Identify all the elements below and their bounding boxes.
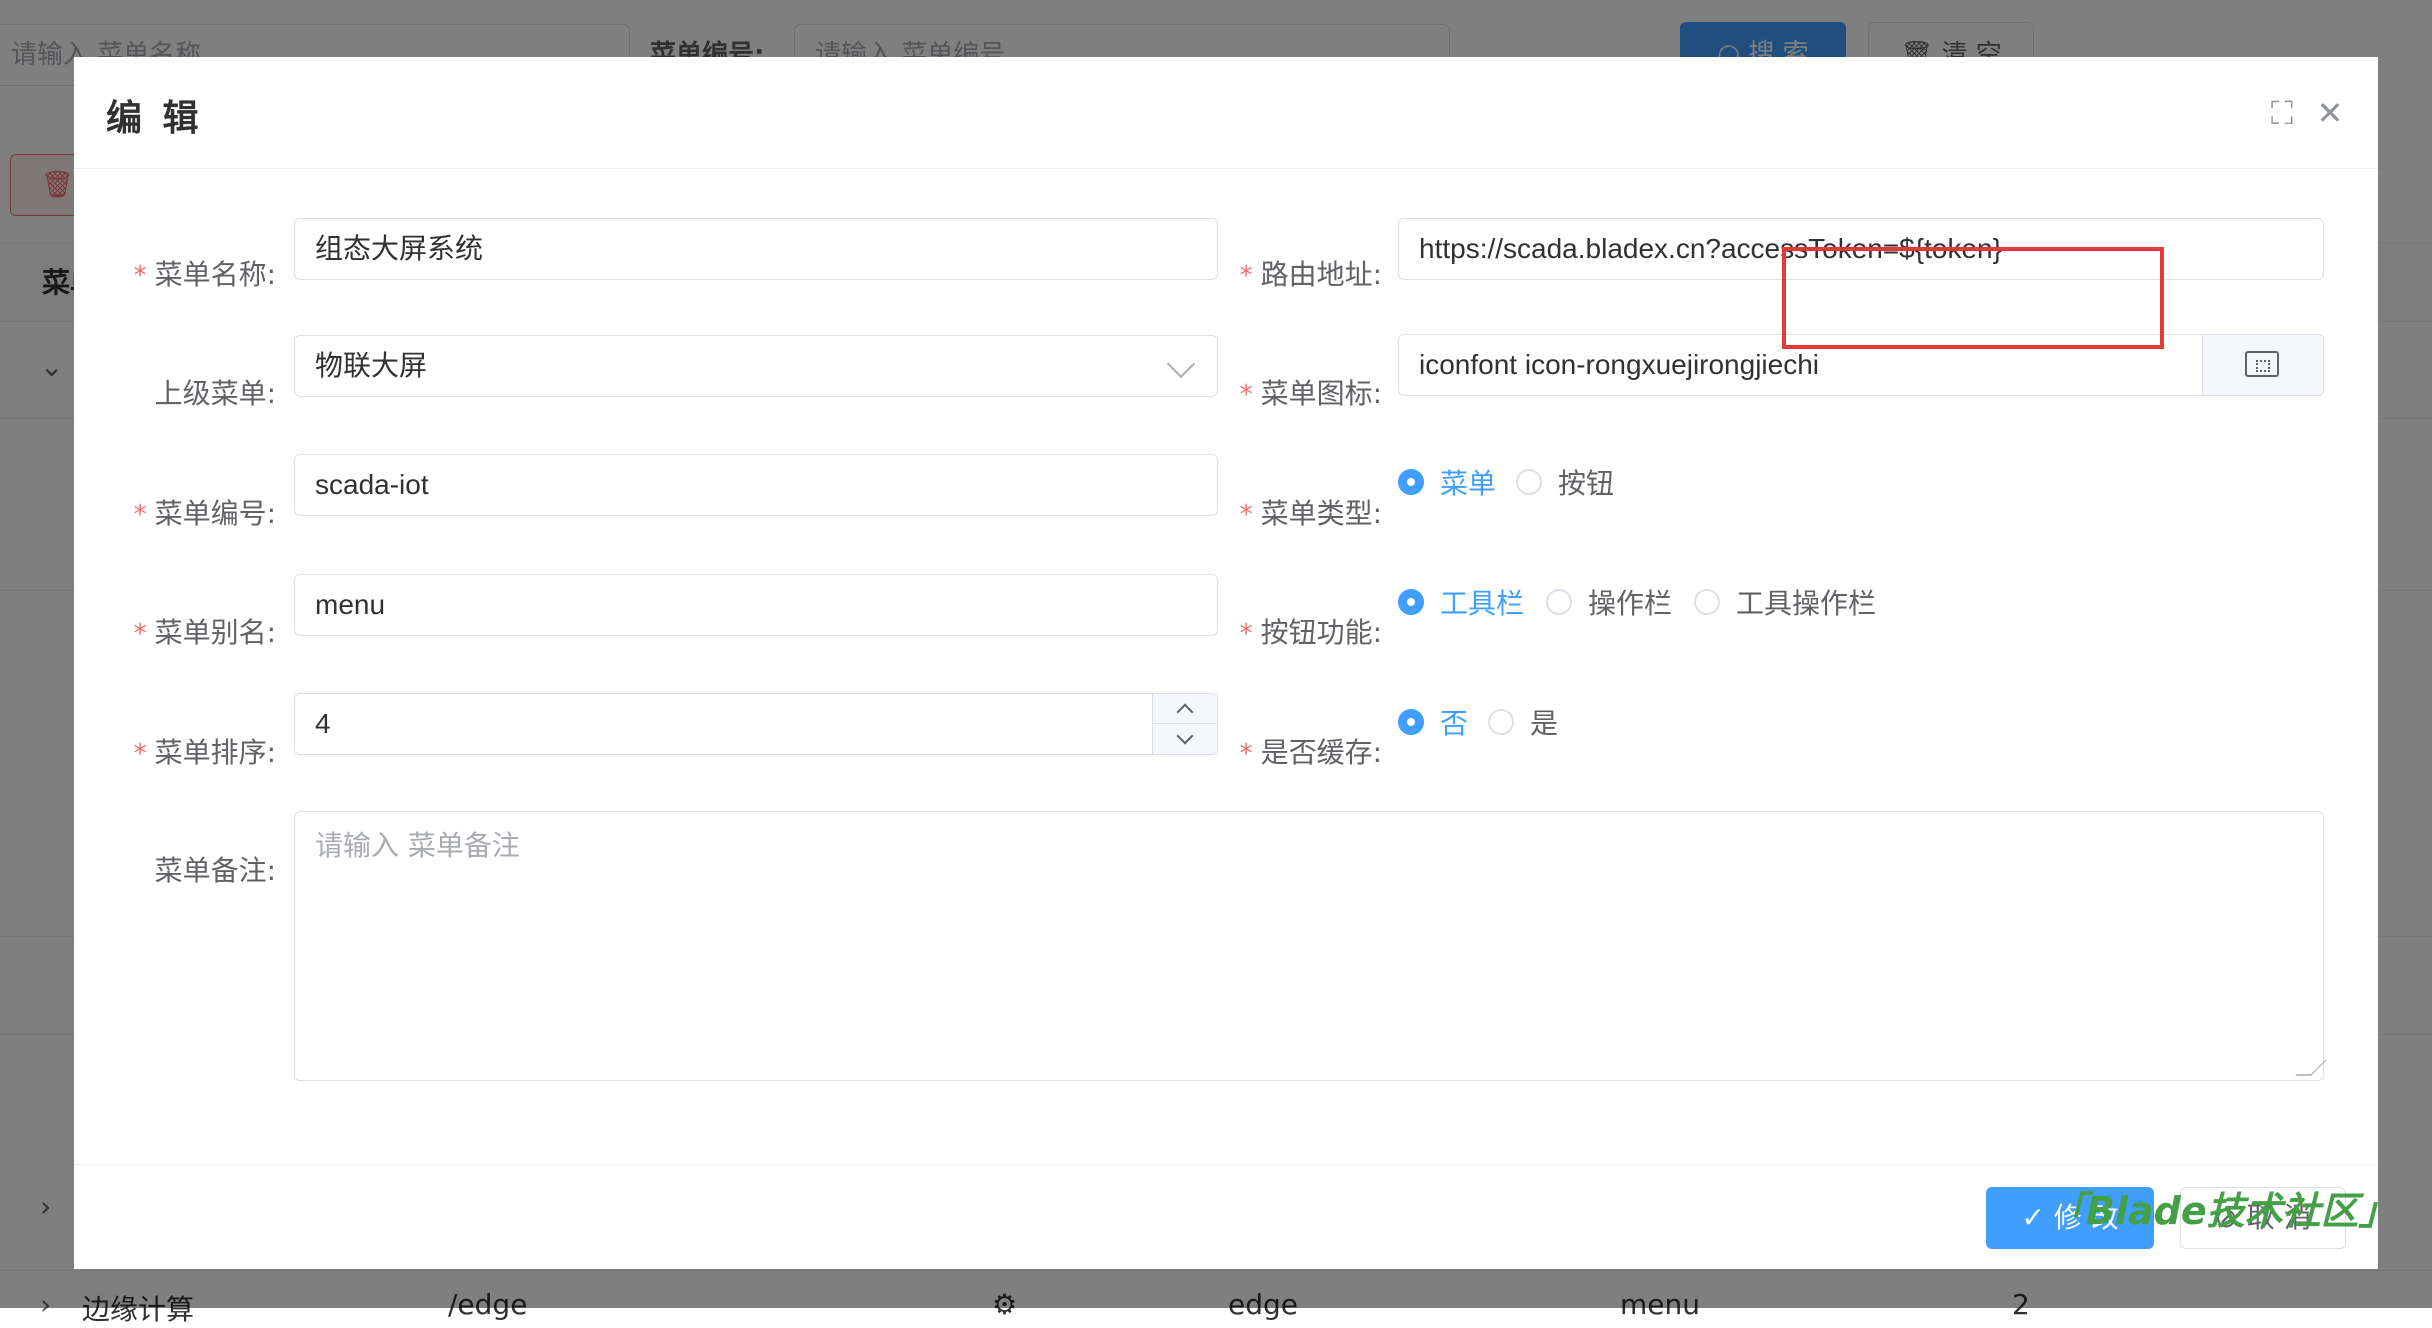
required-mark: * — [1239, 619, 1253, 649]
picture-icon — [2245, 351, 2279, 377]
chevron-down-icon — [1166, 349, 1196, 379]
required-mark: * — [1239, 380, 1253, 410]
button-function-radio-toolbar[interactable]: 工具栏 — [1398, 573, 1524, 635]
menu-icon-value: iconfont icon-rongxuejirongjiechi — [1419, 349, 1820, 380]
menu-sort-value: 4 — [315, 708, 331, 739]
radio-checked-icon — [1398, 709, 1424, 735]
required-mark: * — [1239, 261, 1253, 291]
dialog-title: 编 辑 — [106, 98, 203, 139]
increase-button[interactable] — [1153, 694, 1217, 724]
fullscreen-icon[interactable]: ⛶ — [2262, 93, 2302, 133]
parent-menu-label: 上级菜单: — [126, 363, 276, 425]
required-mark: * — [133, 739, 147, 769]
menu-sort-input[interactable]: 4 — [294, 693, 1218, 755]
radio-label: 操作栏 — [1588, 587, 1673, 620]
cache-label-text: 是否缓存: — [1260, 736, 1382, 769]
required-mark: * — [1239, 739, 1253, 769]
radio-label: 菜单 — [1440, 467, 1497, 500]
menu-name-input[interactable]: 组态大屏系统 — [294, 218, 1218, 280]
remark-label: 菜单备注: — [126, 840, 276, 902]
cache-label: * 是否缓存: — [1232, 722, 1382, 784]
radio-label: 否 — [1440, 707, 1469, 740]
watermark: 「Blade技术社区」 — [2048, 1189, 2397, 1233]
radio-checked-icon — [1398, 589, 1424, 615]
close-icon[interactable]: ✕ — [2310, 93, 2350, 133]
chevron-down-icon — [1176, 727, 1194, 745]
required-mark: * — [133, 500, 147, 530]
sort-stepper — [1152, 694, 1217, 754]
menu-alias-label-text: 菜单别名: — [154, 616, 276, 649]
radio-checked-icon — [1398, 469, 1424, 495]
menu-code-label: * 菜单编号: — [126, 483, 276, 545]
menu-sort-label: * 菜单排序: — [126, 722, 276, 784]
remark-placeholder: 请输入 菜单备注 — [315, 829, 520, 862]
menu-code-label-text: 菜单编号: — [154, 497, 276, 530]
parent-menu-select[interactable]: 物联大屏 — [294, 335, 1218, 397]
cache-radio-no[interactable]: 否 — [1398, 693, 1468, 755]
menu-icon-label: * 菜单图标: — [1232, 363, 1382, 425]
radio-label: 按钮 — [1558, 467, 1615, 500]
button-function-radio-both[interactable]: 工具操作栏 — [1694, 573, 1876, 635]
button-function-label: * 按钮功能: — [1232, 602, 1382, 664]
menu-name-label-text: 菜单名称: — [154, 258, 276, 291]
radio-unchecked-icon — [1546, 589, 1572, 615]
menu-alias-input[interactable]: menu — [294, 574, 1218, 636]
radio-label: 工具操作栏 — [1736, 587, 1877, 620]
button-function-radio-action[interactable]: 操作栏 — [1546, 573, 1672, 635]
required-mark: * — [1239, 500, 1253, 530]
radio-unchecked-icon — [1694, 589, 1720, 615]
radio-label: 是 — [1530, 707, 1559, 740]
chevron-up-icon — [1176, 703, 1194, 721]
menu-alias-label: * 菜单别名: — [126, 602, 276, 664]
menu-type-radio-button[interactable]: 按钮 — [1516, 453, 1614, 515]
required-mark: * — [133, 261, 147, 291]
route-label-text: 路由地址: — [1260, 258, 1382, 291]
menu-name-label: * 菜单名称: — [126, 244, 276, 306]
menu-type-label-text: 菜单类型: — [1260, 497, 1382, 530]
menu-type-label: * 菜单类型: — [1232, 483, 1382, 545]
radio-unchecked-icon — [1516, 469, 1542, 495]
remark-label-text: 菜单备注: — [154, 854, 276, 887]
dialog-header: 编 辑 ⛶ ✕ — [74, 57, 2378, 169]
icon-picker-button[interactable] — [2202, 335, 2323, 395]
decrease-button[interactable] — [1153, 724, 1217, 754]
menu-type-radio-menu[interactable]: 菜单 — [1398, 453, 1496, 515]
radio-label: 工具栏 — [1440, 587, 1525, 620]
parent-menu-label-text: 上级菜单: — [154, 377, 276, 410]
menu-icon-label-text: 菜单图标: — [1260, 377, 1382, 410]
parent-menu-value: 物联大屏 — [315, 350, 428, 381]
resize-handle-icon[interactable] — [2295, 1060, 2327, 1076]
edit-dialog: 编 辑 ⛶ ✕ * 菜单名称: 组态大屏系统 * 路由地址: https://sca… — [74, 57, 2378, 1269]
route-label: * 路由地址: — [1232, 244, 1382, 306]
menu-sort-label-text: 菜单排序: — [154, 736, 276, 769]
menu-code-input[interactable]: scada-iot — [294, 454, 1218, 516]
required-mark: * — [133, 619, 147, 649]
button-function-label-text: 按钮功能: — [1260, 616, 1382, 649]
radio-unchecked-icon — [1488, 709, 1514, 735]
cache-radio-yes[interactable]: 是 — [1488, 693, 1558, 755]
remark-textarea[interactable]: 请输入 菜单备注 — [294, 811, 2327, 1081]
highlight-box — [1782, 247, 2164, 349]
